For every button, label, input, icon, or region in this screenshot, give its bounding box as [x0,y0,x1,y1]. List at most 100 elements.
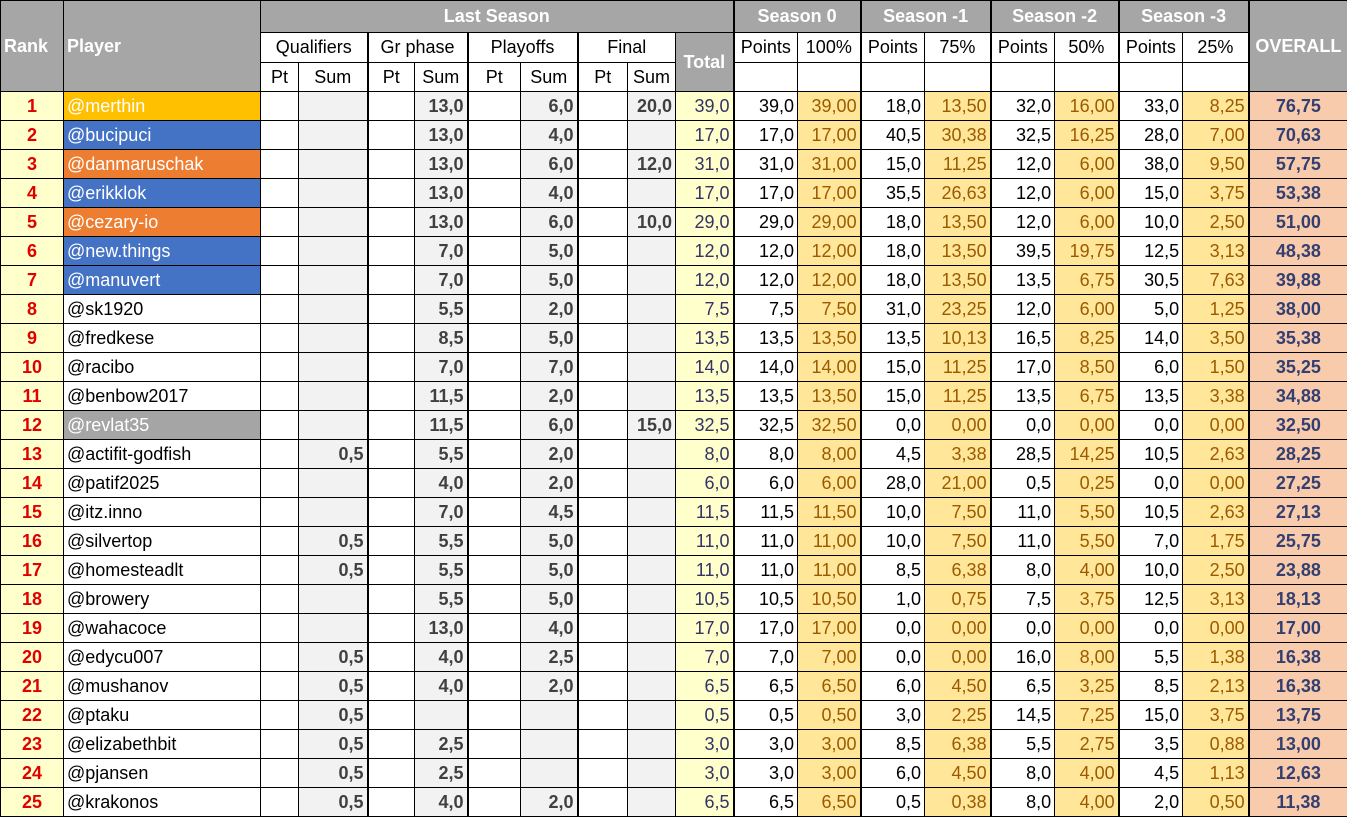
s1-points-cell[interactable]: 0,0 [859,613,926,643]
f-sum-cell[interactable] [627,700,676,730]
po-pt-cell[interactable] [466,613,521,643]
s0-points-cell[interactable]: 10,5 [732,584,799,614]
s1-weighted-cell[interactable]: 23,25 [924,294,992,324]
rank-cell[interactable]: 22 [0,700,64,730]
q-pt-cell[interactable] [260,149,299,179]
po-sum-cell[interactable]: 5,0 [520,526,578,556]
rank-cell[interactable]: 12 [0,410,64,440]
po-sum-cell[interactable]: 2,5 [520,642,578,672]
rank-cell[interactable]: 7 [0,265,64,295]
rank-cell[interactable]: 15 [0,497,64,527]
total-cell[interactable]: 17,0 [674,613,735,643]
s0-weighted-cell[interactable]: 3,00 [797,758,862,788]
player-cell[interactable]: @ptaku [63,700,261,730]
rank-cell[interactable]: 19 [0,613,64,643]
f-sum-cell[interactable] [627,294,676,324]
s3-points-cell[interactable]: 38,0 [1117,149,1184,179]
total-cell[interactable]: 29,0 [674,207,735,237]
s0-weighted-cell[interactable]: 29,00 [797,207,862,237]
s3-weighted-cell[interactable]: 3,75 [1182,178,1250,208]
f-pt-cell[interactable] [576,642,628,672]
po-pt-cell[interactable] [466,729,521,759]
gp-pt-cell[interactable] [366,207,415,237]
player-cell[interactable]: @itz.inno [63,497,261,527]
player-cell[interactable]: @manuvert [63,265,261,295]
s2-points-cell[interactable]: 11,0 [989,497,1056,527]
f-sum-cell[interactable]: 12,0 [627,149,676,179]
po-sum-cell[interactable]: 7,0 [520,352,578,382]
overall-cell[interactable]: 51,00 [1247,207,1347,237]
q-pt-cell[interactable] [260,468,299,498]
total-cell[interactable]: 14,0 [674,352,735,382]
overall-cell[interactable]: 76,75 [1247,91,1347,121]
po-sum-cell[interactable]: 4,0 [520,120,578,150]
s1-points-cell[interactable]: 35,5 [859,178,926,208]
total-cell[interactable]: 17,0 [674,178,735,208]
gp-pt-cell[interactable] [366,584,415,614]
q-sum-cell[interactable]: 0,5 [298,642,368,672]
po-sum-cell[interactable]: 2,0 [520,381,578,411]
q-sum-cell[interactable] [298,236,368,266]
player-cell[interactable]: @danmaruschak [63,149,261,179]
f-pt-cell[interactable] [576,729,628,759]
s3-points-cell[interactable]: 0,0 [1117,410,1184,440]
total-cell[interactable]: 11,0 [674,555,735,585]
gp-sum-cell[interactable]: 4,0 [414,787,468,817]
s3-points-cell[interactable]: 13,5 [1117,381,1184,411]
overall-cell[interactable]: 38,00 [1247,294,1347,324]
gp-pt-cell[interactable] [366,91,415,121]
gp-sum-cell[interactable]: 4,0 [414,671,468,701]
s2-points-cell[interactable]: 32,0 [989,91,1056,121]
s1-weighted-cell[interactable]: 11,25 [924,149,992,179]
s1-points-cell[interactable]: 18,0 [859,265,926,295]
q-pt-cell[interactable] [260,352,299,382]
s1-points-cell[interactable]: 15,0 [859,381,926,411]
total-cell[interactable]: 6,5 [674,787,735,817]
f-pt-cell[interactable] [576,381,628,411]
player-cell[interactable]: @cezary-io [63,207,261,237]
po-pt-cell[interactable] [466,758,521,788]
player-cell[interactable]: @edycu007 [63,642,261,672]
s2-weighted-cell[interactable]: 6,00 [1054,207,1120,237]
gp-sum-cell[interactable]: 7,0 [414,497,468,527]
f-sum-cell[interactable] [627,613,676,643]
overall-cell[interactable]: 27,25 [1247,468,1347,498]
player-cell[interactable]: @krakonos [63,787,261,817]
s0-weighted-cell[interactable]: 17,00 [797,613,862,643]
s2-weighted-cell[interactable]: 16,00 [1054,91,1120,121]
player-cell[interactable]: @mushanov [63,671,261,701]
f-sum-cell[interactable] [627,555,676,585]
rank-cell[interactable]: 24 [0,758,64,788]
s0-points-cell[interactable]: 7,5 [732,294,799,324]
s3-weighted-cell[interactable]: 0,50 [1182,787,1250,817]
s1-weighted-cell[interactable]: 13,50 [924,265,992,295]
s0-weighted-cell[interactable]: 7,00 [797,642,862,672]
q-sum-cell[interactable] [298,265,368,295]
f-sum-cell[interactable] [627,120,676,150]
s1-points-cell[interactable]: 0,0 [859,642,926,672]
s2-points-cell[interactable]: 12,0 [989,149,1056,179]
rank-cell[interactable]: 13 [0,439,64,469]
s2-weighted-cell[interactable]: 4,00 [1054,758,1120,788]
po-sum-cell[interactable]: 5,0 [520,236,578,266]
po-sum-cell[interactable] [520,758,578,788]
q-sum-cell[interactable]: 0,5 [298,526,368,556]
q-pt-cell[interactable] [260,700,299,730]
total-cell[interactable]: 12,0 [674,265,735,295]
gp-sum-cell[interactable]: 5,5 [414,526,468,556]
overall-cell[interactable]: 18,13 [1247,584,1347,614]
s3-points-cell[interactable]: 12,5 [1117,584,1184,614]
s1-points-cell[interactable]: 6,0 [859,671,926,701]
s2-weighted-cell[interactable]: 0,00 [1054,613,1120,643]
s1-points-cell[interactable]: 28,0 [859,468,926,498]
q-pt-cell[interactable] [260,91,299,121]
total-cell[interactable]: 6,0 [674,468,735,498]
s3-weighted-cell[interactable]: 2,50 [1182,207,1250,237]
player-cell[interactable]: @bucipuci [63,120,261,150]
overall-cell[interactable]: 39,88 [1247,265,1347,295]
player-cell[interactable]: @patif2025 [63,468,261,498]
s1-points-cell[interactable]: 6,0 [859,758,926,788]
q-sum-cell[interactable] [298,91,368,121]
s3-weighted-cell[interactable]: 2,63 [1182,497,1250,527]
s1-weighted-cell[interactable]: 13,50 [924,91,992,121]
